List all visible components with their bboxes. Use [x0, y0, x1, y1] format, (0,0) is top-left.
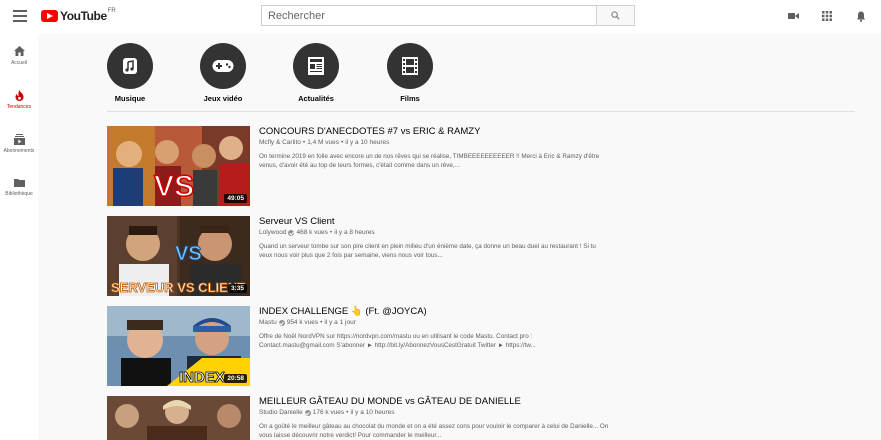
meta-separator: •	[329, 229, 333, 236]
newspaper-icon	[293, 43, 339, 89]
video-description: Offre de Noël NordVPN sur https://nordvp…	[259, 333, 536, 349]
section-divider	[107, 111, 855, 112]
upload-age: il y a 10 heures	[350, 409, 395, 416]
upload-age: il y a 1 jour	[324, 319, 356, 326]
verified-check-icon	[278, 319, 285, 326]
top-bar: YouTube FR	[0, 0, 881, 34]
video-title[interactable]: CONCOURS D'ANECDOTES #7 vs ERIC & RAMZY	[259, 126, 609, 138]
video-meta: Mcfly & Carlito • 1,4 M vues • il y a 10…	[259, 139, 609, 146]
flame-icon	[13, 89, 25, 101]
meta-separator: •	[302, 139, 306, 146]
video-meta: Studio Danielle 176 k vues • il y a 10 h…	[259, 409, 609, 416]
upload-age: il y a 10 heures	[345, 139, 390, 146]
video-description: On a goûté le meilleur gâteau au chocola…	[259, 423, 609, 439]
video-thumbnail[interactable]: VS SERVEUR VS CLIENT 3:35	[107, 216, 250, 296]
video-description: Quand un serveur tombe sur son pire clie…	[259, 243, 596, 259]
view-count: 468 k vues	[296, 229, 328, 236]
thumbnail-overlay-text: VS	[154, 170, 194, 203]
video-item[interactable]: VS SERVEUR VS CLIENT 3:35 Serveur VS Cli…	[107, 216, 747, 298]
sidebar: Accueil Tendances Abonnements Bibliothèq…	[0, 34, 38, 440]
thumbnail-overlay-text: INDEX	[179, 369, 225, 386]
video-duration: 49:05	[224, 194, 247, 203]
verified-check-icon	[288, 229, 295, 236]
sidebar-item-bibliotheque[interactable]: Bibliothèque	[0, 176, 38, 197]
video-title[interactable]: MEILLEUR GÂTEAU DU MONDE vs GÂTEAU DE DA…	[259, 396, 609, 408]
view-count: 176 k vues	[312, 409, 345, 416]
svg-text:VS: VS	[175, 243, 202, 265]
search-button[interactable]	[596, 5, 635, 26]
meta-separator: •	[340, 139, 344, 146]
search-input[interactable]	[261, 5, 596, 26]
library-icon	[13, 176, 25, 188]
video-description: On termine 2019 en folie avec encore un …	[259, 153, 600, 169]
category-musique[interactable]: Musique	[100, 43, 160, 103]
menu-icon[interactable]	[13, 10, 27, 22]
gamepad-icon	[200, 43, 246, 89]
apps-grid-icon[interactable]	[821, 10, 833, 22]
video-title[interactable]: INDEX CHALLENGE 👆 (Ft. @JOYCA)	[259, 306, 609, 318]
video-duration: 20:58	[224, 374, 247, 383]
video-thumbnail[interactable]: INDEX 20:58	[107, 306, 250, 386]
music-note-icon	[107, 43, 153, 89]
sidebar-item-accueil[interactable]: Accueil	[0, 45, 38, 66]
channel-name[interactable]: Studio Danielle	[259, 409, 303, 416]
category-label: Jeux vidéo	[203, 94, 243, 103]
video-item[interactable]: VS 49:05 CONCOURS D'ANECDOTES #7 vs ERIC…	[107, 126, 747, 208]
channel-name[interactable]: Lolywood	[259, 229, 286, 236]
subscriptions-icon	[13, 133, 25, 145]
sidebar-item-label: Tendances	[6, 104, 32, 110]
video-item[interactable]: INDEX 20:58 INDEX CHALLENGE 👆 (Ft. @JOYC…	[107, 306, 747, 388]
channel-name[interactable]: Mcfly & Carlito	[259, 139, 301, 146]
category-actualites[interactable]: Actualités	[286, 43, 346, 103]
thumbnail-overlay-text: SERVEUR VS CLIENT	[111, 280, 245, 295]
search-bar	[261, 5, 635, 26]
sidebar-item-label: Bibliothèque	[5, 191, 33, 197]
film-icon	[387, 43, 433, 89]
home-icon	[13, 45, 25, 57]
search-icon	[611, 11, 620, 20]
category-label: Films	[400, 94, 420, 103]
sidebar-item-tendances[interactable]: Tendances	[0, 89, 38, 110]
sidebar-item-label: Accueil	[10, 60, 28, 66]
sidebar-item-label: Abonnements	[3, 148, 35, 154]
play-logo-icon	[41, 10, 58, 22]
meta-separator: •	[346, 409, 349, 416]
meta-separator: •	[320, 319, 323, 326]
verified-check-icon	[304, 409, 311, 416]
category-label: Musique	[114, 94, 146, 103]
view-count: 1,4 M vues	[307, 139, 339, 146]
video-meta: Lolywood 468 k vues • il y a 8 heures	[259, 229, 609, 236]
channel-name[interactable]: Mastu	[259, 319, 277, 326]
video-duration: 3:35	[227, 284, 247, 293]
region-code: FR	[107, 8, 116, 14]
video-title[interactable]: Serveur VS Client	[259, 216, 609, 228]
sidebar-item-abonnements[interactable]: Abonnements	[0, 133, 38, 154]
upload-age: il y a 8 heures	[334, 229, 375, 236]
create-video-icon[interactable]	[787, 10, 799, 22]
video-item[interactable]: MEILLEUR GÂTEAU DU MONDE vs GÂTEAU DE DA…	[107, 396, 747, 440]
logo-text: YouTube	[60, 9, 107, 23]
view-count: 954 k vues	[286, 319, 319, 326]
category-jeux-video[interactable]: Jeux vidéo	[193, 43, 253, 103]
video-thumbnail[interactable]	[107, 396, 250, 440]
video-meta: Mastu 954 k vues • il y a 1 jour	[259, 319, 609, 326]
video-thumbnail[interactable]: VS 49:05	[107, 126, 250, 206]
category-films[interactable]: Films	[380, 43, 440, 103]
category-label: Actualités	[298, 94, 334, 103]
youtube-logo[interactable]: YouTube FR	[41, 8, 116, 23]
notifications-bell-icon[interactable]	[855, 10, 867, 22]
